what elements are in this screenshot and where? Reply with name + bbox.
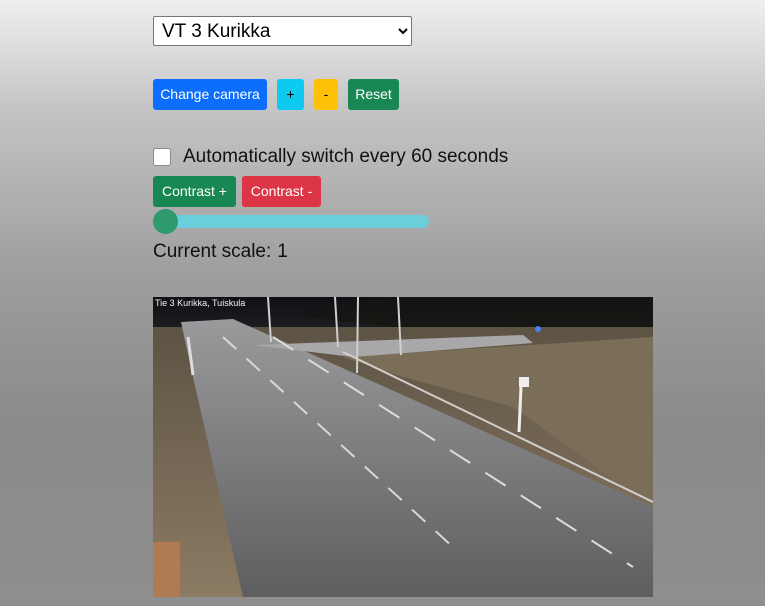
camera-overlay-text: Tie 3 Kurikka, Tuiskula <box>155 298 246 308</box>
auto-switch-checkbox[interactable] <box>153 148 171 166</box>
camera-select[interactable]: VT 3 Kurikka <box>153 16 412 46</box>
zoom-in-button[interactable]: + <box>277 79 304 110</box>
contrast-decrease-button[interactable]: Contrast - <box>242 176 321 207</box>
reset-button[interactable]: Reset <box>348 79 399 110</box>
current-scale-label: Current scale: <box>153 241 272 262</box>
zoom-out-button[interactable]: - <box>314 79 338 110</box>
auto-switch-row: Automatically switch every 60 seconds <box>153 145 508 169</box>
scale-slider[interactable] <box>156 215 429 228</box>
contrast-increase-button[interactable]: Contrast + <box>153 176 236 207</box>
change-camera-button[interactable]: Change camera <box>153 79 267 110</box>
auto-switch-label: Automatically switch every 60 seconds <box>183 146 509 167</box>
camera-image: Tie 3 Kurikka, Tuiskula <box>153 297 653 597</box>
scale-slider-thumb[interactable] <box>153 209 178 234</box>
current-scale-value: 1 <box>277 241 288 262</box>
road-camera-scene <box>153 297 653 597</box>
current-scale: Current scale: 1 <box>153 241 288 263</box>
